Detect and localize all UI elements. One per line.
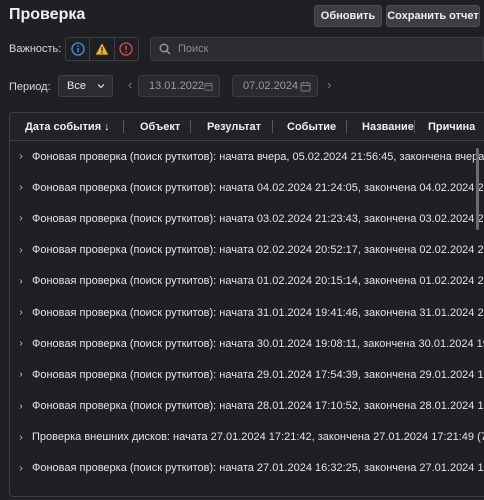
- column-header-object[interactable]: Объект: [140, 121, 180, 133]
- row-text: Фоновая проверка (поиск руткитов): начат…: [32, 275, 484, 288]
- table-row[interactable]: › Фоновая проверка (поиск руткитов): нача…: [10, 297, 484, 328]
- refresh-button[interactable]: Обновить: [314, 5, 382, 27]
- chevron-right-icon[interactable]: ›: [10, 463, 30, 474]
- importance-warning-toggle[interactable]: [90, 38, 115, 60]
- warning-icon: [95, 43, 109, 55]
- importance-info-toggle[interactable]: [66, 38, 91, 60]
- table-row[interactable]: › Фоновая проверка (поиск руткитов): нача…: [10, 141, 484, 172]
- search-input[interactable]: [176, 42, 460, 56]
- table-row[interactable]: › Фоновая проверка (поиск руткитов): нача…: [10, 391, 484, 422]
- previous-period-arrow[interactable]: ‹: [128, 77, 132, 92]
- table-row[interactable]: › Фоновая проверка (поиск руткитов): нача…: [10, 203, 484, 234]
- chevron-right-icon[interactable]: ›: [10, 245, 30, 256]
- chevron-right-icon[interactable]: ›: [10, 151, 30, 162]
- column-separator[interactable]: [123, 120, 124, 133]
- table-row[interactable]: › Фоновая проверка (поиск руткитов): нача…: [10, 453, 484, 484]
- chevron-right-icon[interactable]: ›: [10, 276, 30, 287]
- search-box: [150, 37, 484, 61]
- row-text: Фоновая проверка (поиск руткитов): начат…: [32, 400, 484, 413]
- row-text: Фоновая проверка (поиск руткитов): начат…: [32, 150, 484, 163]
- table-row[interactable]: › Проверка внешних дисков: начата 27.01.2…: [10, 422, 484, 453]
- column-separator[interactable]: [414, 120, 415, 133]
- period-select[interactable]: Все: [58, 75, 113, 97]
- next-period-arrow[interactable]: ›: [327, 77, 331, 92]
- table-header: Дата события ↓ Объект Результат Событие …: [10, 113, 484, 141]
- chevron-right-icon[interactable]: ›: [10, 338, 30, 349]
- row-text: Фоновая проверка (поиск руткитов): начат…: [32, 244, 484, 257]
- column-header-reason[interactable]: Причина: [428, 121, 475, 133]
- importance-error-toggle[interactable]: [115, 38, 138, 60]
- table-row[interactable]: › Фоновая проверка (поиск руткитов): нача…: [10, 266, 484, 297]
- search-icon: [159, 43, 171, 55]
- chevron-right-icon[interactable]: ›: [10, 369, 30, 380]
- chevron-right-icon[interactable]: ›: [10, 432, 30, 443]
- column-separator[interactable]: [346, 120, 347, 133]
- page-title: Проверка: [9, 6, 86, 23]
- date-from-field[interactable]: 13.01.2022: [138, 75, 220, 97]
- column-separator[interactable]: [272, 120, 273, 133]
- calendar-icon: [300, 81, 311, 91]
- row-text: Фоновая проверка (поиск руткитов): начат…: [32, 368, 484, 381]
- period-value: Все: [67, 80, 86, 92]
- calendar-icon: [204, 82, 213, 91]
- chevron-right-icon[interactable]: ›: [10, 182, 30, 193]
- error-icon: [119, 42, 133, 56]
- events-table: Дата события ↓ Объект Результат Событие …: [9, 112, 484, 497]
- importance-label: Важность:: [9, 43, 62, 55]
- table-row[interactable]: › Фоновая проверка (поиск руткитов): нача…: [10, 172, 484, 203]
- info-icon: [71, 42, 85, 56]
- chevron-down-icon: [97, 84, 105, 89]
- save-report-button[interactable]: Сохранить отчет: [386, 5, 480, 27]
- row-text: Проверка внешних дисков: начата 27.01.20…: [32, 431, 484, 444]
- period-label: Период:: [9, 81, 51, 93]
- column-separator[interactable]: [190, 120, 191, 133]
- date-to-field[interactable]: 07.02.2024: [232, 75, 318, 97]
- chevron-right-icon[interactable]: ›: [10, 307, 30, 318]
- chevron-right-icon[interactable]: ›: [10, 213, 30, 224]
- row-text: Фоновая проверка (поиск руткитов): начат…: [32, 306, 484, 319]
- column-header-name[interactable]: Название: [362, 121, 414, 133]
- row-text: Фоновая проверка (поиск руткитов): начат…: [32, 462, 484, 475]
- table-row[interactable]: › Фоновая проверка (поиск руткитов): нача…: [10, 328, 484, 359]
- table-row[interactable]: › Фоновая проверка (поиск руткитов): нача…: [10, 235, 484, 266]
- row-text: Фоновая проверка (поиск руткитов): начат…: [32, 212, 484, 225]
- table-scrollbar[interactable]: [476, 148, 479, 230]
- column-header-date[interactable]: Дата события ↓: [25, 121, 110, 133]
- chevron-right-icon[interactable]: ›: [10, 401, 30, 412]
- row-text: Фоновая проверка (поиск руткитов): начат…: [32, 181, 484, 194]
- date-to-value: 07.02.2024: [243, 80, 299, 92]
- column-header-event[interactable]: Событие: [287, 121, 336, 133]
- table-body: › Фоновая проверка (поиск руткитов): нача…: [10, 141, 484, 484]
- table-row[interactable]: › Фоновая проверка (поиск руткитов): нача…: [10, 359, 484, 390]
- date-from-value: 13.01.2022: [149, 80, 205, 92]
- importance-filter: [65, 37, 139, 61]
- row-text: Фоновая проверка (поиск руткитов): начат…: [32, 337, 484, 350]
- column-header-result[interactable]: Результат: [207, 121, 261, 133]
